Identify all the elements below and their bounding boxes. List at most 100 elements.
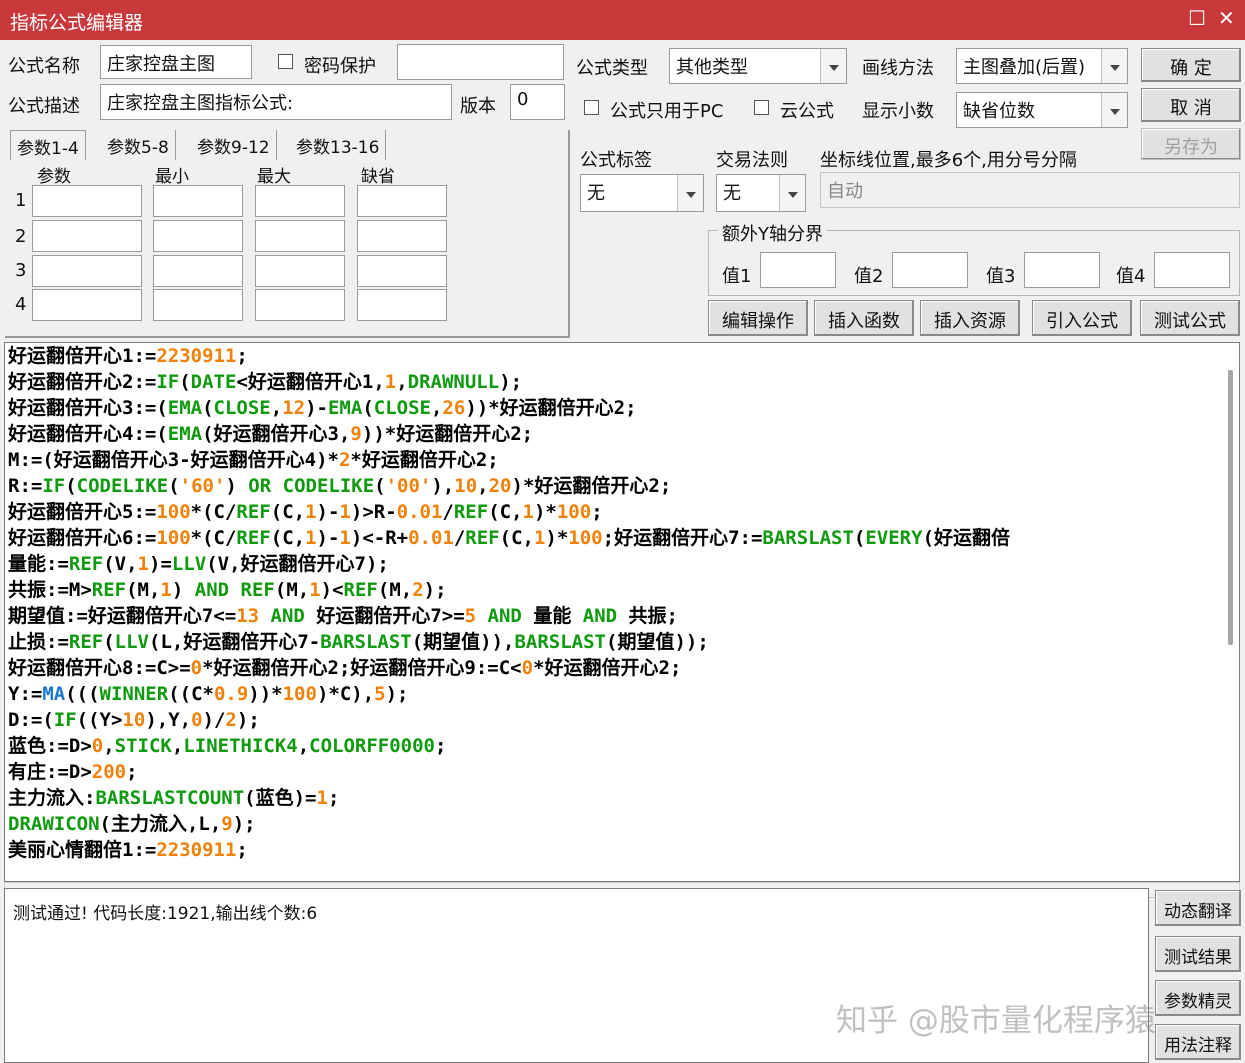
yaxis-value-1-label: 值1	[722, 266, 752, 287]
code-line: M:=(好运翻倍开心3-好运翻倍开心4)*2*好运翻倍开心2;	[8, 449, 499, 471]
trade-rule-label: 交易法则	[716, 150, 788, 171]
test-result-button[interactable]: 测试结果	[1155, 936, 1241, 972]
trade-rule-value: 无	[723, 183, 741, 204]
param-wizard-button[interactable]: 参数精灵	[1155, 980, 1241, 1016]
formula-type-value: 其他类型	[676, 57, 748, 78]
vertical-scrollbar[interactable]	[1228, 370, 1233, 645]
param-2-max-input[interactable]	[255, 220, 345, 252]
code-editor[interactable]: 好运翻倍开心1:=2230911; 好运翻倍开心2:=IF(DATE<好运翻倍开…	[4, 342, 1240, 882]
formula-tag-value: 无	[587, 183, 605, 204]
param-4-max-input[interactable]	[255, 289, 345, 321]
param-header-name: 参数	[37, 167, 71, 187]
cloud-checkbox[interactable]	[754, 100, 769, 115]
usage-note-button[interactable]: 用法注释	[1155, 1024, 1241, 1060]
param-1-name-input[interactable]	[32, 185, 142, 217]
param-4-min-input[interactable]	[153, 289, 243, 321]
code-line: 好运翻倍开心5:=100*(C/REF(C,1)-1)>R-0.01/REF(C…	[8, 501, 603, 523]
formula-desc-label: 公式描述	[8, 96, 80, 117]
tab-params-9-12[interactable]: 参数9-12	[191, 130, 277, 160]
maximize-icon[interactable]: ☐	[1188, 6, 1206, 30]
password-label: 密码保护	[304, 56, 376, 77]
close-icon[interactable]: ✕	[1218, 6, 1235, 30]
chevron-down-icon[interactable]	[820, 49, 846, 83]
code-line: 好运翻倍开心4:=(EMA(好运翻倍开心3,9))*好运翻倍开心2;	[8, 423, 534, 445]
chevron-down-icon[interactable]	[779, 175, 805, 211]
watermark: 知乎 @股市量化程序猿	[836, 1003, 1156, 1039]
param-3-max-input[interactable]	[255, 255, 345, 287]
param-1-default-input[interactable]	[357, 185, 447, 217]
params-panel: 参数1-4 参数5-8 参数9-12 参数13-16 参数 最小 最大 缺省 1…	[5, 130, 570, 338]
formula-type-label: 公式类型	[576, 58, 648, 79]
dialog-body: 公式名称 庄家控盘主图 密码保护 公式类型 其他类型 画线方法 主图叠加(后置)…	[0, 40, 1245, 1063]
code-line: 好运翻倍开心2:=IF(DATE<好运翻倍开心1,1,DRAWNULL);	[8, 371, 523, 393]
code-line: 共振:=M>REF(M,1) AND REF(M,1)<REF(M,2);	[8, 579, 447, 601]
axis-position-label: 坐标线位置,最多6个,用分号分隔	[820, 150, 1077, 171]
param-3-min-input[interactable]	[153, 255, 243, 287]
param-row-number: 2	[15, 226, 27, 247]
param-header-default: 缺省	[361, 167, 395, 187]
test-formula-button[interactable]: 测试公式	[1140, 300, 1240, 336]
formula-tag-select[interactable]: 无	[580, 174, 704, 212]
decimals-select[interactable]: 缺省位数	[956, 92, 1128, 128]
code-line: R:=IF(CODELIKE('60') OR CODELIKE('00'),1…	[8, 475, 672, 497]
tab-params-13-16[interactable]: 参数13-16	[290, 130, 387, 160]
import-formula-button[interactable]: 引入公式	[1032, 300, 1132, 336]
chevron-down-icon[interactable]	[1101, 49, 1127, 83]
password-checkbox[interactable]	[278, 54, 293, 69]
param-header-max: 最大	[257, 167, 291, 187]
tab-params-5-8[interactable]: 参数5-8	[101, 130, 176, 160]
formula-name-input[interactable]: 庄家控盘主图	[100, 45, 252, 79]
yaxis-value-2-input[interactable]	[892, 252, 968, 288]
code-line: 好运翻倍开心3:=(EMA(CLOSE,12)-EMA(CLOSE,26))*好…	[8, 397, 637, 419]
ok-button[interactable]: 确 定	[1141, 48, 1241, 82]
yaxis-value-4-input[interactable]	[1154, 252, 1230, 288]
dynamic-translate-button[interactable]: 动态翻译	[1155, 890, 1241, 926]
yaxis-value-1-input[interactable]	[760, 252, 836, 288]
code-line: 有庄:=D>200;	[8, 761, 138, 783]
yaxis-group-label: 额外Y轴分界	[718, 220, 827, 246]
param-3-default-input[interactable]	[357, 255, 447, 287]
edit-operations-button[interactable]: 编辑操作	[708, 300, 808, 336]
param-3-name-input[interactable]	[32, 255, 142, 287]
param-1-min-input[interactable]	[153, 185, 243, 217]
code-line: 量能:=REF(V,1)=LLV(V,好运翻倍开心7);	[8, 553, 389, 575]
chevron-down-icon[interactable]	[1101, 93, 1127, 127]
param-4-default-input[interactable]	[357, 289, 447, 321]
code-line: 蓝色:=D>0,STICK,LINETHICK4,COLORFF0000;	[8, 735, 447, 757]
chevron-down-icon[interactable]	[677, 175, 703, 211]
code-line: 好运翻倍开心1:=2230911;	[8, 345, 248, 367]
window-title: 指标公式编辑器	[10, 12, 144, 34]
code-line: 期望值:=好运翻倍开心7<=13 AND 好运翻倍开心7>=5 AND 量能 A…	[8, 605, 678, 627]
yaxis-value-2-label: 值2	[854, 266, 884, 287]
code-line: 主力流入:BARSLASTCOUNT(蓝色)=1;	[8, 787, 340, 809]
param-2-name-input[interactable]	[32, 220, 142, 252]
insert-resource-button[interactable]: 插入资源	[920, 300, 1020, 336]
cloud-label: 云公式	[780, 101, 834, 122]
tab-params-1-4[interactable]: 参数1-4	[10, 130, 86, 160]
version-input[interactable]: 0	[510, 84, 565, 120]
axis-position-input[interactable]: 自动	[820, 172, 1240, 208]
formula-type-select[interactable]: 其他类型	[669, 48, 847, 84]
trade-rule-select[interactable]: 无	[716, 174, 806, 212]
cancel-button[interactable]: 取 消	[1141, 88, 1241, 122]
param-2-default-input[interactable]	[357, 220, 447, 252]
param-4-name-input[interactable]	[32, 289, 142, 321]
decimals-label: 显示小数	[862, 101, 934, 122]
formula-desc-input[interactable]: 庄家控盘主图指标公式:	[100, 84, 452, 120]
param-1-max-input[interactable]	[255, 185, 345, 217]
test-result-text: 测试通过! 代码长度:1921,输出线个数:6	[13, 904, 318, 924]
yaxis-value-3-label: 值3	[986, 266, 1016, 287]
code-line: DRAWICON(主力流入,L,9);	[8, 813, 256, 835]
code-line: 好运翻倍开心8:=C>=0*好运翻倍开心2;好运翻倍开心9:=C<0*好运翻倍开…	[8, 657, 682, 679]
insert-function-button[interactable]: 插入函数	[814, 300, 914, 336]
title-bar: 指标公式编辑器 ☐ ✕	[0, 0, 1245, 40]
version-label: 版本	[460, 96, 496, 117]
save-as-button[interactable]: 另存为	[1141, 128, 1241, 160]
password-input[interactable]	[397, 44, 564, 80]
code-line: 止损:=REF(LLV(L,好运翻倍开心7-BARSLAST(期望值)),BAR…	[8, 631, 709, 653]
yaxis-value-3-input[interactable]	[1024, 252, 1100, 288]
pc-only-checkbox[interactable]	[584, 100, 599, 115]
param-2-min-input[interactable]	[153, 220, 243, 252]
decimals-value: 缺省位数	[963, 101, 1035, 122]
draw-method-select[interactable]: 主图叠加(后置)	[956, 48, 1128, 84]
